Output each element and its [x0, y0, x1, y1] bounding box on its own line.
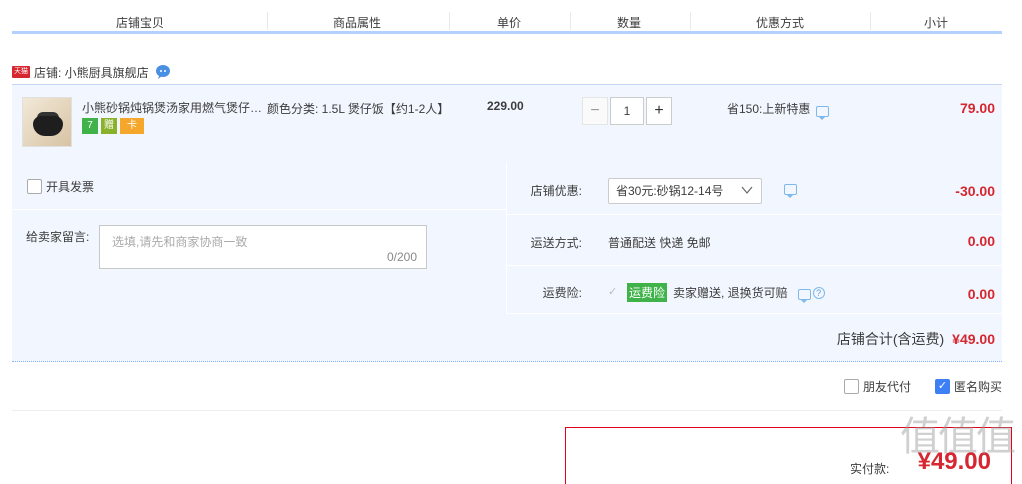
shipping-amount: 0.00: [967, 233, 995, 249]
shop-total-label: 店铺合计(含运费): [836, 331, 945, 347]
col-separator: [570, 12, 571, 30]
pay-label: 实付款:: [850, 462, 890, 476]
friend-pay-checkbox[interactable]: [843, 379, 859, 394]
col-subtotal: 小计: [924, 16, 949, 30]
insurance-amount: 0.00: [967, 286, 995, 302]
insurance-check-icon: ✓: [608, 286, 618, 298]
col-separator: [267, 12, 268, 30]
product-thumbnail[interactable]: [22, 97, 72, 147]
credit-card-icon[interactable]: 卡: [120, 118, 144, 134]
product-title-link[interactable]: 小熊砂锅炖锅煲汤家用燃气煲仔饭砂锅: [82, 99, 264, 116]
shipping-value: 普通配送 快递 免邮: [608, 236, 711, 250]
invoice-section: 开具发票: [12, 162, 506, 210]
invoice-toggle[interactable]: 开具发票: [27, 178, 94, 195]
shop-total: 店铺合计(含运费) ¥49.00: [837, 329, 995, 349]
col-discount: 优惠方式: [756, 16, 805, 30]
service-icons: 7 赠 卡: [82, 118, 144, 134]
section-divider: [12, 410, 1002, 411]
cart-header: 店铺宝贝 商品属性 单价 数量 优惠方式 小计: [12, 0, 1002, 34]
friend-pay-label: 朋友代付: [862, 380, 911, 394]
shop-discount-row: 店铺优惠: 省30元:砂锅12-14号 -30.00: [506, 162, 1002, 215]
shop-line: 天猫 店铺: 小熊厨具旗舰店: [12, 64, 171, 80]
invoice-checkbox[interactable]: [27, 179, 42, 194]
insurance-detail: ✓ 运费险 卖家赠送, 退换货可赔 ?: [608, 283, 825, 303]
pot-body-shape: [33, 116, 63, 136]
unit-price: 229.00: [487, 99, 524, 113]
quantity-increase-button[interactable]: +: [646, 97, 672, 125]
discount-comment-icon[interactable]: [784, 184, 797, 198]
anonymous-checkbox[interactable]: ✓: [934, 379, 950, 394]
promo-comment-icon[interactable]: [816, 105, 830, 120]
payment-options: 朋友代付 ✓ 匿名购买: [820, 378, 1002, 395]
message-placeholder: 选填,请先和商家协商一致: [112, 235, 248, 249]
friend-pay-toggle[interactable]: 朋友代付: [843, 378, 911, 395]
col-quantity: 数量: [617, 16, 642, 30]
invoice-label: 开具发票: [46, 180, 95, 194]
col-attributes: 商品属性: [333, 16, 382, 30]
shop-name-link[interactable]: 店铺: 小熊厨具旗舰店: [34, 64, 149, 81]
col-shop-item: 店铺宝贝: [116, 16, 165, 30]
item-subtotal: 79.00: [959, 100, 995, 116]
promotion: 省150:上新特惠: [727, 100, 830, 120]
insurance-comment-icon[interactable]: [797, 288, 811, 303]
col-separator: [449, 12, 450, 30]
shipping-row: 运送方式: 普通配送 快递 免邮 0.00: [506, 215, 1002, 266]
seven-day-return-icon[interactable]: 7: [82, 118, 98, 134]
shop-discount-value: 省30元:砂锅12-14号: [616, 184, 724, 198]
chat-bubble-icon[interactable]: [155, 65, 171, 79]
item-row: 小熊砂锅炖锅煲汤家用燃气煲仔饭砂锅 7 赠 卡 颜色分类: 1.5L 煲仔饭【约…: [12, 84, 1002, 162]
order-options: 开具发票 给卖家留言: 选填,请先和商家协商一致 0/200 店铺优惠: 省30…: [12, 162, 1002, 362]
tmall-badge: 天猫: [12, 66, 30, 78]
help-icon[interactable]: ?: [812, 286, 825, 299]
watermark: 值值值: [900, 415, 1016, 459]
shop-total-amount: ¥49.00: [952, 331, 995, 347]
message-label: 给卖家留言:: [26, 230, 90, 244]
seller-message-textarea[interactable]: 选填,请先和商家协商一致 0/200: [99, 225, 427, 269]
quantity-stepper: − 1 +: [582, 97, 672, 125]
product-attributes: 颜色分类: 1.5L 煲仔饭【约1-2人】: [267, 102, 450, 116]
col-separator: [690, 12, 691, 30]
insurance-text: 卖家赠送, 退换货可赔: [673, 286, 788, 300]
insurance-tag: 运费险: [627, 283, 668, 302]
anonymous-toggle[interactable]: ✓ 匿名购买: [934, 378, 1002, 395]
shop-discount-select[interactable]: 省30元:砂锅12-14号: [608, 178, 762, 204]
quantity-input[interactable]: 1: [610, 97, 644, 125]
col-separator: [870, 12, 871, 30]
col-unit-price: 单价: [497, 16, 522, 30]
shop-discount-label: 店铺优惠:: [530, 184, 582, 198]
insurance-label: 运费险:: [542, 286, 582, 300]
shipping-label: 运送方式:: [530, 236, 582, 250]
chevron-down-icon: [741, 186, 753, 194]
shop-discount-amount: -30.00: [955, 183, 995, 199]
quantity-decrease-button[interactable]: −: [582, 97, 608, 125]
insurance-row: 运费险: ✓ 运费险 卖家赠送, 退换货可赔 ? 0.00: [506, 266, 1002, 314]
message-char-count: 0/200: [386, 250, 417, 264]
gift-icon[interactable]: 赠: [101, 118, 117, 134]
anonymous-label: 匿名购买: [953, 380, 1002, 394]
promotion-text: 省150:上新特惠: [727, 102, 811, 116]
